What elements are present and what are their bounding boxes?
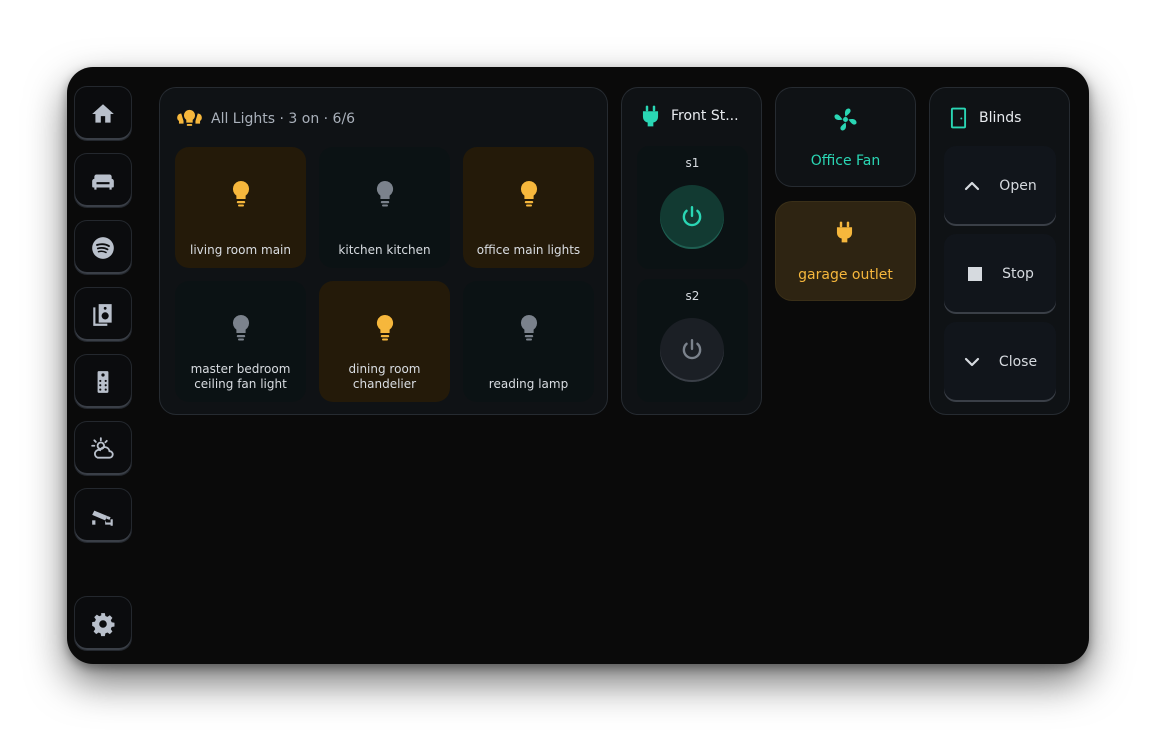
speaker-icon (93, 303, 112, 326)
office-fan-card[interactable]: Office Fan (776, 88, 915, 186)
light-tile-kitchen-kitchen[interactable]: kitchen kitchen (319, 147, 450, 268)
open-label: Open (999, 178, 1037, 194)
blinds-title: Blinds (979, 110, 1022, 126)
plug-icon (642, 105, 659, 127)
sidebar-item-home[interactable] (75, 87, 131, 140)
sidebar-item-cameras[interactable] (75, 489, 131, 542)
light-label: dining room chandelier (348, 362, 421, 391)
lightbulb-icon (232, 180, 249, 207)
blinds-card: Blinds Open Stop Close (930, 88, 1069, 414)
door-icon (950, 107, 967, 129)
lightbulb-icon (520, 180, 537, 207)
sidebar-item-speakers[interactable] (75, 288, 131, 341)
switch-label: s1 (685, 156, 700, 170)
gear-icon (92, 612, 115, 636)
front-strip-title: Front St... (671, 108, 739, 124)
all-lights-card: All Lights · 3 on · 6/6 living room main… (160, 88, 607, 414)
blinds-close-button[interactable]: Close (944, 322, 1056, 402)
spotify-icon (92, 236, 114, 259)
stop-icon (968, 267, 983, 281)
weather-icon (91, 436, 114, 459)
all-lights-header[interactable]: All Lights · 3 on · 6/6 (176, 108, 355, 130)
office-fan-label: Office Fan (810, 153, 881, 169)
light-tile-master-bedroom-ceiling-fan-light[interactable]: master bedroom ceiling fan light (175, 281, 306, 402)
fan-icon (834, 108, 857, 131)
blinds-open-button[interactable]: Open (944, 146, 1056, 226)
sidebar-item-weather[interactable] (75, 422, 131, 475)
chevron-up-icon (965, 181, 980, 191)
remote-icon (97, 370, 109, 393)
camera-icon (92, 510, 113, 526)
power-button-s2[interactable] (660, 318, 724, 382)
blinds-stop-button[interactable]: Stop (944, 234, 1056, 314)
light-tile-dining-room-chandelier[interactable]: dining room chandelier (319, 281, 450, 402)
front-strip-header[interactable]: Front St... (642, 104, 739, 128)
sofa-icon (92, 174, 114, 190)
sidebar-item-spotify[interactable] (75, 221, 131, 274)
home-icon (92, 103, 114, 123)
chevron-down-icon (964, 357, 980, 367)
switch-label: s2 (685, 289, 700, 303)
sidebar-item-living-room[interactable] (75, 154, 131, 207)
switch-s2[interactable]: s2 (637, 279, 748, 402)
light-label: office main lights (476, 243, 581, 257)
lights-group-icon (177, 109, 202, 126)
lightbulb-icon (376, 314, 393, 341)
light-tile-office-main-lights[interactable]: office main lights (463, 147, 594, 268)
blinds-header[interactable]: Blinds (950, 106, 1021, 130)
settings-button[interactable] (75, 597, 131, 650)
dashboard-screen: All Lights · 3 on · 6/6 living room main… (67, 67, 1089, 664)
all-lights-title: All Lights · 3 on · 6/6 (211, 111, 356, 127)
lightbulb-icon (376, 180, 393, 207)
switch-s1[interactable]: s1 (637, 146, 748, 269)
light-tile-reading-lamp[interactable]: reading lamp (463, 281, 594, 402)
lightbulb-icon (232, 314, 249, 341)
front-strip-card: Front St... s1 s2 (622, 88, 761, 414)
light-label: living room main (190, 243, 291, 257)
close-label: Close (998, 354, 1038, 370)
power-button-s1[interactable] (660, 185, 724, 249)
power-icon (682, 206, 702, 227)
garage-outlet-card[interactable]: garage outlet (776, 202, 915, 300)
sidebar-item-remote[interactable] (75, 355, 131, 408)
lightbulb-icon (520, 314, 537, 341)
stop-label: Stop (1002, 266, 1034, 282)
plug-icon (836, 221, 853, 243)
garage-outlet-label: garage outlet (798, 267, 893, 283)
light-label: reading lamp (488, 377, 569, 391)
light-tile-living-room-main[interactable]: living room main (175, 147, 306, 268)
light-label: master bedroom ceiling fan light (190, 362, 291, 391)
power-icon (682, 339, 702, 360)
light-label: kitchen kitchen (338, 243, 431, 257)
